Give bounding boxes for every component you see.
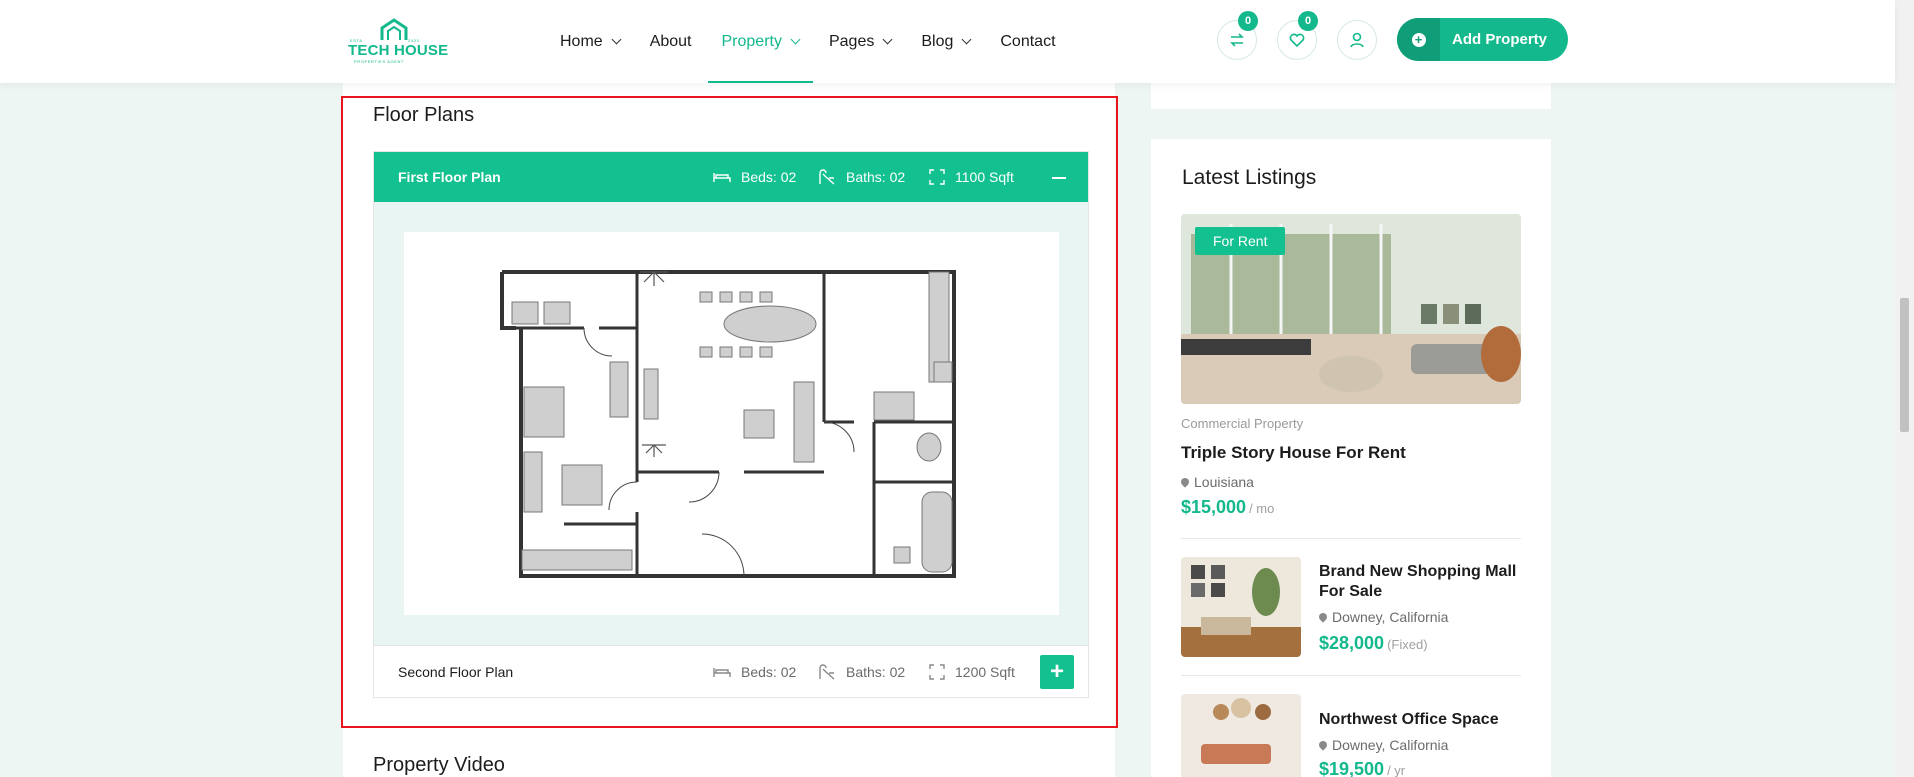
location-text: Downey, California xyxy=(1332,737,1449,753)
account-button[interactable] xyxy=(1337,20,1377,60)
bed-icon xyxy=(713,173,731,182)
listing-category: Commercial Property xyxy=(1181,416,1304,431)
user-icon xyxy=(1350,32,1364,48)
beds-value: Beds: 02 xyxy=(741,663,797,680)
nav-home-label: Home xyxy=(560,32,603,50)
baths-value: Baths: 02 xyxy=(846,663,906,680)
area-stat: 1100 Sqft xyxy=(929,169,1014,185)
nav-about-label: About xyxy=(649,32,692,50)
listing-location: Downey, California xyxy=(1317,609,1449,625)
main-nav: Home About Property Pages Blog Contact xyxy=(560,0,1056,83)
floor-plan-drawing xyxy=(500,270,956,578)
first-floor-plan-body xyxy=(374,202,1088,645)
add-property-label: Add Property xyxy=(1452,31,1548,48)
baths-stat: Baths: 02 xyxy=(818,664,905,680)
floor-plan-name: Second Floor Plan xyxy=(398,663,514,680)
location-pin-icon xyxy=(1179,476,1191,488)
expand-plus-icon[interactable]: + xyxy=(1040,655,1074,689)
office-interior-photo xyxy=(1181,694,1301,777)
price-value: $28,000 xyxy=(1319,633,1385,653)
site-logo[interactable]: ESTA 2003 TECH HOUSE PROPERTIES AGENT xyxy=(348,18,448,64)
price-unit: / mo xyxy=(1249,501,1275,516)
logo-text: TECH HOUSE xyxy=(348,42,449,59)
plus-circle-icon: + xyxy=(1397,18,1440,61)
nav-about[interactable]: About xyxy=(650,0,692,83)
price-value: $15,000 xyxy=(1181,497,1247,517)
latest-listings-title: Latest Listings xyxy=(1182,166,1317,189)
for-rent-badge: For Rent xyxy=(1195,227,1286,255)
listing-divider xyxy=(1181,538,1521,539)
floor-plan-accordion: First Floor Plan Beds: 02 Baths: 02 1100… xyxy=(373,151,1089,698)
collapse-icon[interactable] xyxy=(1052,177,1066,179)
nav-blog-label: Blog xyxy=(921,32,954,50)
chevron-down-icon xyxy=(611,34,622,44)
nav-pages[interactable]: Pages xyxy=(828,0,893,83)
listing-divider xyxy=(1181,675,1521,676)
location-text: Louisiana xyxy=(1194,474,1254,490)
beds-stat: Beds: 02 xyxy=(713,169,796,185)
price-value: $19,500 xyxy=(1319,759,1385,777)
second-floor-plan-header[interactable]: Second Floor Plan Beds: 02 Baths: 02 120… xyxy=(374,645,1088,697)
listing-price: $28,000 (Fixed) xyxy=(1319,633,1428,654)
floor-plan-name: First Floor Plan xyxy=(398,169,501,185)
logo-subtitle: PROPERTIES AGENT xyxy=(354,59,404,64)
nav-contact-label: Contact xyxy=(1000,32,1056,50)
mall-interior-photo xyxy=(1181,557,1301,657)
listing-thumbnail[interactable] xyxy=(1181,694,1301,777)
featured-listing-image[interactable]: For Rent xyxy=(1181,214,1521,404)
location-pin-icon xyxy=(1317,611,1329,623)
location-text: Downey, California xyxy=(1332,609,1449,625)
listing-title[interactable]: Northwest Office Space xyxy=(1319,710,1529,730)
nav-home[interactable]: Home xyxy=(560,0,622,83)
chevron-down-icon xyxy=(882,34,893,44)
baths-stat: Baths: 02 xyxy=(818,169,905,185)
wishlist-button[interactable]: 0 xyxy=(1277,11,1318,60)
compare-icon xyxy=(1230,33,1244,47)
featured-location: Louisiana xyxy=(1179,474,1254,490)
add-property-button[interactable]: + Add Property xyxy=(1397,18,1568,61)
nav-property[interactable]: Property xyxy=(707,0,814,83)
first-floor-plan-header[interactable]: First Floor Plan Beds: 02 Baths: 02 1100… xyxy=(374,152,1088,202)
nav-property-label: Property xyxy=(721,32,782,50)
expand-icon xyxy=(929,663,945,680)
expand-icon xyxy=(929,169,945,185)
area-value: 1100 Sqft xyxy=(955,169,1014,185)
bed-icon xyxy=(713,667,731,677)
price-unit: (Fixed) xyxy=(1387,637,1428,652)
scrollbar-thumb[interactable] xyxy=(1900,298,1909,432)
compare-count-badge: 0 xyxy=(1238,11,1258,31)
location-pin-icon xyxy=(1317,739,1329,751)
beds-value: Beds: 02 xyxy=(741,169,797,185)
nav-pages-label: Pages xyxy=(828,32,875,50)
nav-blog[interactable]: Blog xyxy=(921,0,972,83)
floor-plan-image xyxy=(404,232,1059,615)
listing-thumbnail[interactable] xyxy=(1181,557,1301,657)
floor-plans-title: Floor Plans xyxy=(373,104,475,126)
property-video-title: Property Video xyxy=(373,754,505,776)
logo-house-icon xyxy=(380,18,408,40)
featured-listing-title[interactable]: Triple Story House For Rent xyxy=(1181,443,1406,463)
wishlist-count-badge: 0 xyxy=(1298,11,1318,31)
bath-icon xyxy=(819,169,835,185)
featured-price: $15,000/ mo xyxy=(1181,497,1274,518)
bath-icon xyxy=(819,663,835,680)
area-stat: 1200 Sqft xyxy=(929,664,1015,680)
chevron-down-icon xyxy=(790,34,801,44)
price-unit: / yr xyxy=(1387,763,1406,777)
nav-contact[interactable]: Contact xyxy=(1000,0,1055,83)
beds-stat: Beds: 02 xyxy=(713,664,796,680)
listing-location: Downey, California xyxy=(1317,737,1449,753)
area-value: 1200 Sqft xyxy=(955,663,1015,680)
chevron-down-icon xyxy=(961,34,972,44)
compare-button[interactable]: 0 xyxy=(1217,11,1258,60)
baths-value: Baths: 02 xyxy=(846,169,906,185)
listing-title[interactable]: Brand New Shopping Mall For Sale xyxy=(1319,562,1529,602)
listing-price: $19,500/ yr xyxy=(1319,759,1405,777)
heart-icon xyxy=(1289,33,1305,48)
site-header: ESTA 2003 TECH HOUSE PROPERTIES AGENT Ho… xyxy=(0,0,1895,83)
